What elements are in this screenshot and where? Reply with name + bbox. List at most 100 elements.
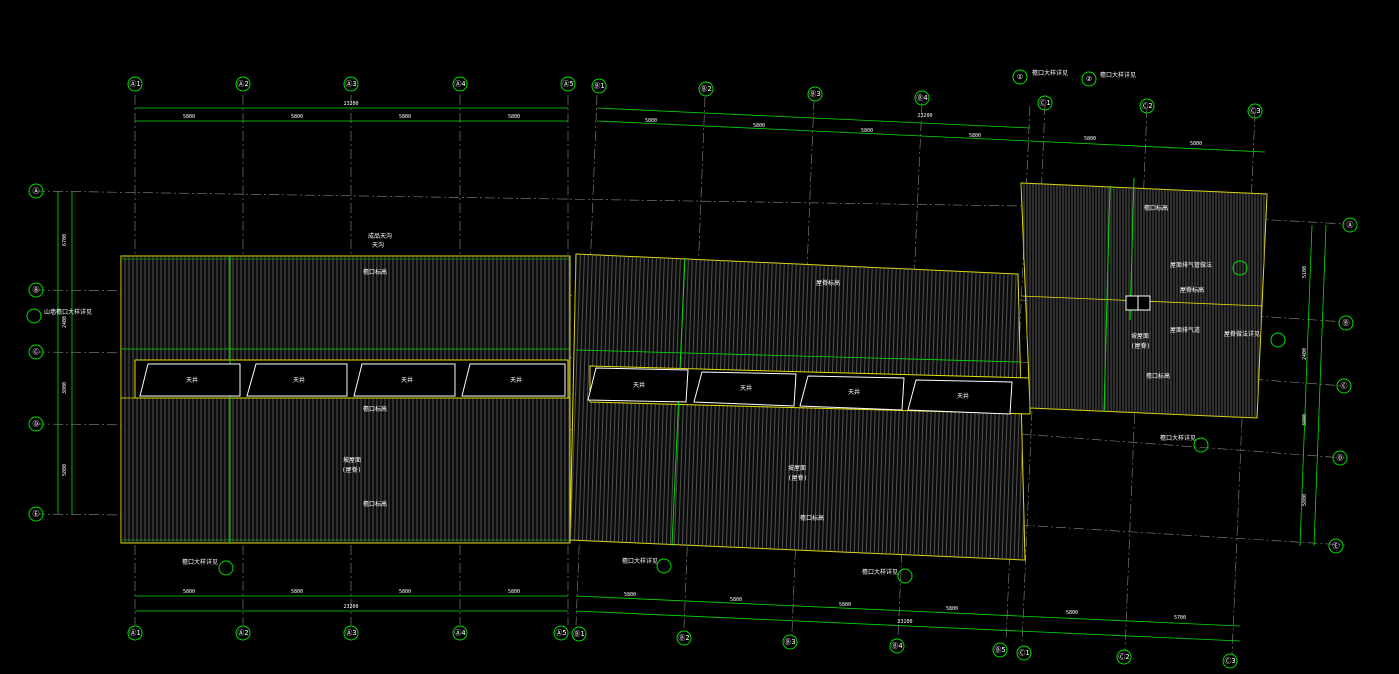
- svg-text:5100: 5100: [1302, 266, 1308, 278]
- axis-bubble: Ⓒ3: [1222, 653, 1238, 669]
- axis-bubble: Ⓐ: [1342, 217, 1358, 233]
- note-east-3: 屋脊做法详见: [1224, 330, 1260, 338]
- svg-text:23200: 23200: [897, 619, 912, 625]
- note-roof-mid: 坡屋面: [788, 464, 806, 472]
- svg-text:Ⓒ1: Ⓒ1: [1018, 649, 1029, 657]
- svg-text:5800: 5800: [946, 606, 958, 612]
- dimensions-bottom-mid: 5800 5800 5800 5800 5800 5700 23200: [575, 592, 1241, 642]
- axis-bubble: Ⓑ: [1338, 315, 1354, 331]
- roof-west: [120, 255, 571, 544]
- axis-bubble: Ⓐ3: [343, 625, 359, 641]
- axis-bubble: Ⓑ1: [571, 626, 587, 642]
- note-roof-main: 坡屋面: [343, 456, 361, 464]
- axis-bubble: Ⓑ2: [676, 630, 692, 646]
- callout-circle: [897, 568, 913, 584]
- svg-text:23200: 23200: [917, 113, 932, 119]
- svg-text:Ⓐ4: Ⓐ4: [454, 629, 465, 637]
- note-detail-bottom-1: 檐口大样详见: [182, 558, 218, 566]
- svg-text:5800: 5800: [1066, 610, 1078, 616]
- svg-text:Ⓐ5: Ⓐ5: [555, 629, 566, 637]
- dimensions-right: 5100 2400 3800 5800: [1299, 224, 1327, 547]
- svg-text:Ⓑ4: Ⓑ4: [916, 94, 927, 102]
- skylight-label-4: 天井: [510, 376, 522, 384]
- axis-bubbles-right: Ⓐ Ⓑ Ⓒ Ⓓ Ⓔ: [1328, 217, 1358, 554]
- skylight-label-2: 天井: [293, 376, 305, 384]
- svg-text:Ⓐ3: Ⓐ3: [345, 80, 356, 88]
- svg-text:Ⓐ1: Ⓐ1: [129, 629, 140, 637]
- svg-text:5800: 5800: [1190, 141, 1202, 147]
- svg-text:Ⓒ3: Ⓒ3: [1224, 657, 1235, 665]
- svg-text:5800: 5800: [753, 123, 765, 129]
- note-east-detail: 檐口大样详见: [1160, 434, 1196, 442]
- axis-bubble: Ⓑ3: [807, 86, 823, 102]
- skylight-label-5: 天井: [633, 381, 645, 389]
- axis-bubbles-bottom: Ⓐ1 Ⓐ2 Ⓐ3 Ⓐ4 Ⓐ5 Ⓑ1 Ⓑ2 Ⓑ3 Ⓑ4 Ⓑ5 Ⓒ1 Ⓒ2 Ⓒ3: [127, 625, 1238, 669]
- svg-text:5800: 5800: [291, 114, 303, 120]
- svg-text:Ⓒ1: Ⓒ1: [1039, 99, 1050, 107]
- note-gutter-mid-bottom: 檐口标高: [800, 514, 824, 522]
- svg-text:3800: 3800: [1302, 414, 1308, 426]
- svg-text:Ⓐ4: Ⓐ4: [454, 80, 465, 88]
- axis-bubble: ①: [1012, 69, 1028, 85]
- svg-text:Ⓓ: Ⓓ: [1337, 454, 1344, 462]
- svg-text:Ⓐ5: Ⓐ5: [562, 80, 573, 88]
- svg-text:Ⓐ1: Ⓐ1: [129, 80, 140, 88]
- note-east-1: 屋面排气管做法: [1170, 261, 1212, 269]
- axis-bubble: Ⓐ4: [452, 625, 468, 641]
- note-gutter-bottom: 檐口标高: [363, 500, 387, 508]
- note-detail-bottom-3: 檐口大样详见: [862, 568, 898, 576]
- note-roof-mid-sub: (屋脊): [788, 474, 807, 482]
- axis-bubbles-top: Ⓐ1 Ⓐ2 Ⓐ3 Ⓐ4 Ⓐ5 Ⓑ1 Ⓑ2 Ⓑ3 Ⓑ4 ① ② Ⓒ1 Ⓒ2 Ⓒ3: [127, 69, 1263, 119]
- note-east-gutter-bottom: 檐口标高: [1146, 372, 1170, 380]
- dimensions-top-west: 23200 5800 5800 5800 5800: [135, 101, 568, 122]
- svg-text:2400: 2400: [1302, 348, 1308, 360]
- svg-text:5800: 5800: [645, 118, 657, 124]
- svg-text:Ⓐ2: Ⓐ2: [237, 80, 248, 88]
- svg-text:Ⓑ1: Ⓑ1: [593, 82, 604, 90]
- svg-text:Ⓒ: Ⓒ: [1341, 382, 1348, 390]
- svg-text:Ⓑ3: Ⓑ3: [809, 90, 820, 98]
- svg-text:5800: 5800: [861, 128, 873, 134]
- svg-text:23200: 23200: [343, 101, 358, 107]
- svg-text:5700: 5700: [1174, 615, 1186, 621]
- svg-text:5800: 5800: [183, 114, 195, 120]
- callout-circle: [26, 308, 42, 324]
- axis-bubble: Ⓑ2: [698, 81, 714, 97]
- svg-text:5800: 5800: [730, 597, 742, 603]
- svg-text:Ⓒ: Ⓒ: [33, 348, 40, 356]
- svg-text:Ⓑ: Ⓑ: [1343, 319, 1350, 327]
- callout-circle: [656, 558, 672, 574]
- svg-text:②: ②: [1086, 75, 1092, 83]
- axis-bubble: Ⓔ: [1328, 538, 1344, 554]
- svg-text:5800: 5800: [399, 114, 411, 120]
- svg-text:Ⓑ: Ⓑ: [33, 286, 40, 294]
- note-east-ridge: 屋脊标高: [1180, 286, 1204, 294]
- skylight-label-3: 天井: [401, 376, 413, 384]
- svg-text:Ⓒ3: Ⓒ3: [1249, 107, 1260, 115]
- skylight-label-1: 天井: [186, 376, 198, 384]
- axis-bubble: Ⓒ1: [1016, 645, 1032, 661]
- svg-text:Ⓔ: Ⓔ: [33, 510, 40, 518]
- skylight-label-7: 天井: [848, 388, 860, 396]
- svg-text:Ⓑ3: Ⓑ3: [784, 638, 795, 646]
- axis-bubble: Ⓐ4: [452, 76, 468, 92]
- dimensions-top-mid: 23200 5800 5800 5800 5800 5800 5800: [596, 107, 1266, 153]
- axis-bubble: ②: [1081, 71, 1097, 87]
- note-gutter-mid: 檐口标高: [363, 405, 387, 413]
- svg-text:Ⓒ2: Ⓒ2: [1141, 102, 1152, 110]
- svg-text:5800: 5800: [839, 602, 851, 608]
- note-detail-top-1: 檐口大样详见: [1032, 69, 1068, 77]
- svg-text:Ⓓ: Ⓓ: [33, 420, 40, 428]
- note-detail-top-2: 檐口大样详见: [1100, 71, 1136, 79]
- svg-text:Ⓑ4: Ⓑ4: [891, 642, 902, 650]
- axis-bubble: Ⓐ2: [235, 76, 251, 92]
- axis-bubble: Ⓐ5: [553, 625, 569, 641]
- svg-text:Ⓐ: Ⓐ: [1347, 221, 1354, 229]
- cad-roof-plan: 天井 天井 天井 天井 天井 天井 天井 天井 Ⓐ1 Ⓐ2 Ⓐ3 Ⓐ4 Ⓐ5 Ⓑ…: [26, 69, 1358, 669]
- note-top-label: 成品天沟: [368, 232, 392, 240]
- axis-bubble: Ⓐ5: [560, 76, 576, 92]
- note-east-roof: 坡屋面: [1131, 332, 1149, 340]
- svg-text:5800: 5800: [508, 114, 520, 120]
- svg-text:Ⓔ: Ⓔ: [1333, 542, 1340, 550]
- axis-bubble: Ⓐ2: [235, 625, 251, 641]
